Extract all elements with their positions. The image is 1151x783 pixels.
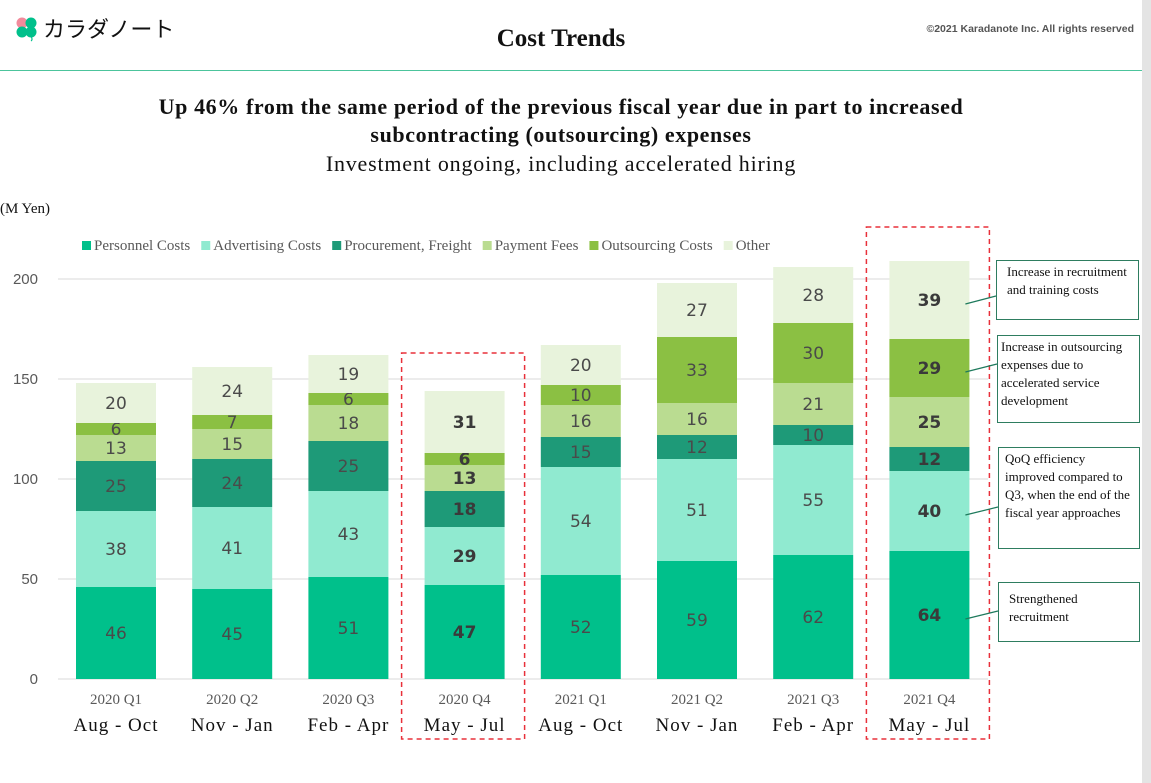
annotation-leader — [965, 506, 999, 516]
x-tick-sublabel: Nov - Jan — [191, 715, 274, 736]
data-label: 21 — [802, 395, 824, 415]
annotation-text: Strengthened recruitment — [1009, 591, 1078, 624]
data-label: 41 — [221, 539, 243, 559]
data-label: 20 — [105, 394, 127, 414]
data-label: 51 — [338, 619, 360, 639]
data-label: 25 — [105, 477, 127, 497]
x-tick-label: 2021 Q1 — [555, 692, 607, 708]
data-label: 54 — [570, 512, 592, 532]
data-label: 24 — [221, 382, 243, 402]
data-label: 16 — [570, 412, 592, 432]
x-tick-label: 2021 Q3 — [787, 692, 839, 708]
x-tick-label: 2020 Q1 — [90, 692, 142, 708]
data-label: 25 — [338, 457, 360, 477]
data-label: 27 — [686, 301, 708, 321]
data-label: 10 — [802, 426, 824, 446]
annotation-callout: Increase in recruitment and training cos… — [996, 260, 1139, 320]
legend-swatch — [201, 241, 211, 250]
data-label: 10 — [570, 386, 592, 406]
legend-swatch — [332, 241, 342, 250]
data-label: 18 — [338, 414, 360, 434]
annotation-text: Increase in recruitment and training cos… — [1007, 264, 1127, 297]
x-tick-sublabel: Aug - Oct — [74, 715, 159, 736]
data-label: 13 — [453, 469, 477, 489]
legend-label: Outsourcing Costs — [601, 238, 712, 254]
x-tick-label: 2020 Q2 — [206, 692, 258, 708]
data-label: 12 — [686, 438, 708, 458]
data-label: 45 — [221, 625, 243, 645]
data-label: 29 — [918, 359, 942, 379]
x-tick-sublabel: May - Jul — [888, 715, 970, 736]
y-tick-label: 200 — [13, 271, 38, 288]
data-label: 47 — [453, 623, 477, 643]
data-label: 40 — [918, 502, 942, 522]
annotation-leader — [965, 610, 999, 620]
data-label: 62 — [802, 608, 824, 628]
data-label: 55 — [802, 491, 824, 511]
legend-label: Procurement, Freight — [344, 238, 472, 254]
data-label: 52 — [570, 618, 592, 638]
data-label: 16 — [686, 410, 708, 430]
y-tick-label: 150 — [13, 371, 38, 388]
legend-label: Payment Fees — [495, 238, 579, 254]
annotation-callout: QoQ efficiency improved compared to Q3, … — [998, 447, 1140, 549]
data-label: 30 — [802, 344, 824, 364]
data-label: 38 — [105, 540, 127, 560]
data-label: 64 — [918, 606, 942, 626]
y-axis-label: (M Yen) — [0, 201, 50, 217]
x-tick-sublabel: Feb - Apr — [307, 715, 389, 736]
x-tick-sublabel: Aug - Oct — [538, 715, 623, 736]
data-label: 13 — [105, 439, 127, 459]
x-tick-sublabel: Nov - Jan — [656, 715, 739, 736]
data-label: 15 — [570, 443, 592, 463]
x-tick-label: 2020 Q3 — [322, 692, 374, 708]
x-tick-label: 2021 Q4 — [903, 692, 956, 708]
data-label: 31 — [453, 413, 477, 433]
x-tick-sublabel: May - Jul — [424, 715, 506, 736]
data-label: 46 — [105, 624, 127, 644]
annotation-text: QoQ efficiency improved compared to Q3, … — [1005, 451, 1130, 520]
data-label: 59 — [686, 611, 708, 631]
data-label: 39 — [918, 291, 942, 311]
y-tick-label: 50 — [21, 571, 38, 588]
data-label: 28 — [802, 286, 824, 306]
annotation-leader — [965, 295, 997, 305]
legend-swatch — [589, 241, 599, 250]
y-tick-label: 100 — [13, 471, 38, 488]
data-label: 7 — [227, 413, 238, 433]
legend-label: Personnel Costs — [94, 238, 190, 254]
legend-swatch — [723, 241, 733, 250]
data-label: 43 — [338, 525, 360, 545]
data-label: 18 — [453, 500, 477, 520]
y-tick-label: 0 — [30, 671, 38, 688]
x-tick-sublabel: Feb - Apr — [772, 715, 854, 736]
data-label: 12 — [918, 450, 942, 470]
annotation-callout: Increase in outsourcing expenses due to … — [997, 335, 1140, 423]
x-tick-label: 2020 Q4 — [439, 692, 492, 708]
legend-label: Other — [736, 238, 770, 254]
data-label: 15 — [221, 435, 243, 455]
annotation-callout: Strengthened recruitment — [998, 582, 1140, 642]
data-label: 24 — [221, 474, 243, 494]
legend-label: Advertising Costs — [213, 238, 321, 254]
legend-swatch — [482, 241, 492, 250]
data-label: 25 — [918, 413, 942, 433]
data-label: 51 — [686, 501, 708, 521]
cost-chart: (M Yen) 0 50 100 150 200 Personnel Costs Adve… — [0, 201, 999, 740]
data-label: 33 — [686, 361, 708, 381]
data-label: 19 — [338, 365, 360, 385]
annotation-text: Increase in outsourcing expenses due to … — [1001, 339, 1123, 408]
x-tick-label: 2021 Q2 — [671, 692, 723, 708]
data-label: 29 — [453, 547, 477, 567]
annotation-leader — [965, 363, 998, 373]
legend-swatch — [82, 241, 91, 250]
data-label: 20 — [570, 356, 592, 376]
